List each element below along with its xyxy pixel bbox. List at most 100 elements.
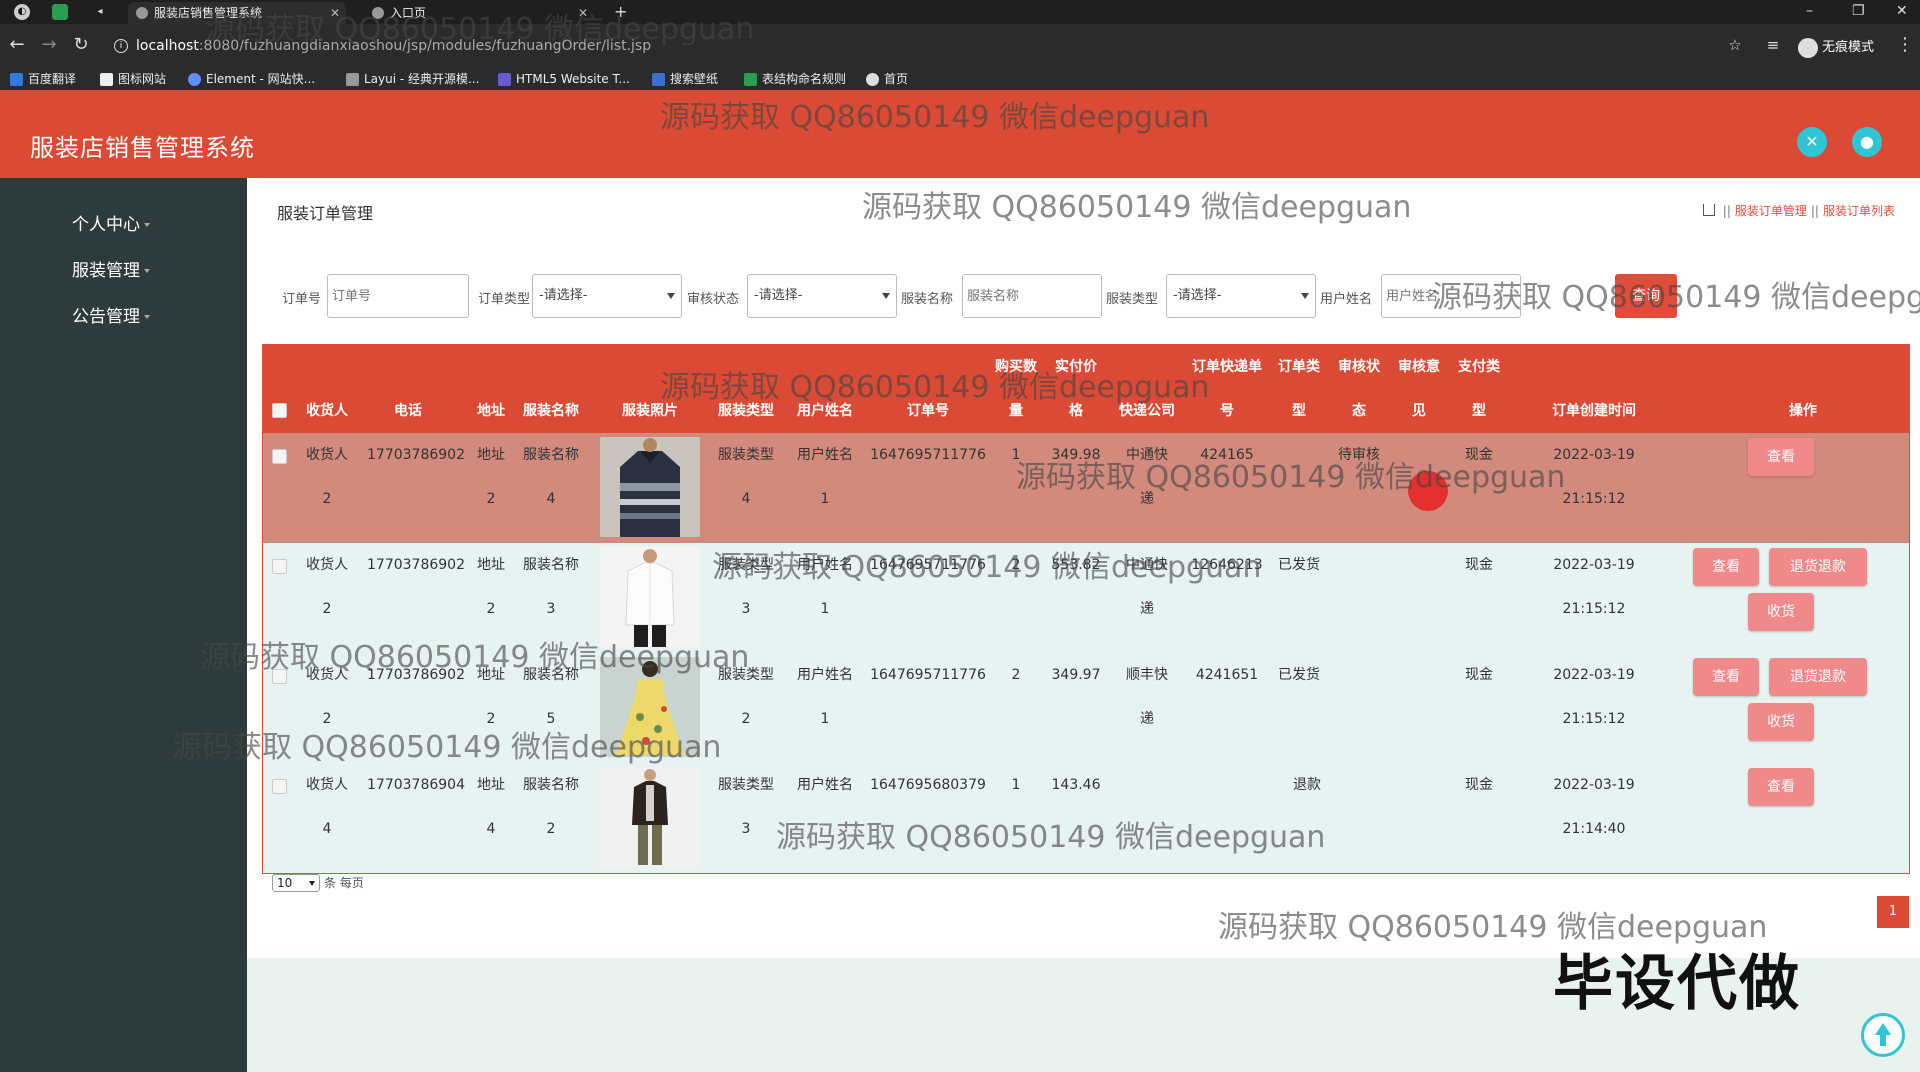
order-type-select[interactable]: -请选择- <box>532 274 682 318</box>
sheet-icon[interactable] <box>52 4 68 20</box>
tab-inactive[interactable]: 入口页 ✕ <box>364 2 594 24</box>
cloth-photo <box>600 767 700 867</box>
doc-icon <box>744 73 757 86</box>
close-tab-icon[interactable]: ✕ <box>578 2 588 24</box>
bookmark-item[interactable]: 搜索壁纸 <box>652 70 718 88</box>
page-number-current[interactable]: 1 <box>1877 896 1909 928</box>
chevron-down-icon <box>667 293 675 299</box>
incognito-label: 无痕模式 <box>1822 40 1875 55</box>
receive-button[interactable]: 收货 <box>1748 703 1814 741</box>
receive-button[interactable]: 收货 <box>1748 593 1814 631</box>
th-phone: 电话 <box>394 403 422 419</box>
view-button[interactable]: 查看 <box>1693 658 1759 696</box>
table-row[interactable]: 收货人 2 17703786902 地址 2 服装名称 4 服装类型 4 用户姓名 1 1… <box>263 433 1909 543</box>
bookmark-item[interactable]: 首页 <box>866 70 908 88</box>
breadcrumb-item[interactable]: 服装订单列表 <box>1823 204 1895 218</box>
cell-cloth-name: 服装名称 4 <box>523 447 579 507</box>
cell-created: 2022-03-19 21:14:40 <box>1553 777 1635 837</box>
back-icon[interactable]: ← <box>6 34 28 56</box>
star-icon[interactable]: ☆ <box>1724 34 1746 56</box>
row-checkbox[interactable] <box>272 449 287 464</box>
cell-phone: 17703786902 <box>367 557 465 573</box>
site-info-icon[interactable]: i <box>114 39 128 53</box>
cell-receiver: 收货人 4 <box>306 777 348 837</box>
breadcrumb-item[interactable]: 服装订单管理 <box>1735 204 1807 218</box>
cell-cloth-type: 服装类型 4 <box>718 447 774 507</box>
reading-list-icon[interactable]: ≡ <box>1762 34 1784 56</box>
bookmarks-bar: 百度翻译 图标网站 Element - 网站快... Layui - 经典开源模… <box>0 68 1920 90</box>
user-name-input[interactable] <box>1381 274 1521 318</box>
view-button[interactable]: 查看 <box>1748 438 1814 476</box>
cell-pay: 现金 <box>1465 667 1493 683</box>
cell-pay: 现金 <box>1465 447 1493 463</box>
cloth-name-label: 服装名称 <box>901 292 954 307</box>
cell-created: 2022-03-19 21:15:12 <box>1553 447 1635 507</box>
cloth-name-input[interactable] <box>962 274 1102 318</box>
sidebar-item-clothing[interactable]: 服装管理 <box>72 256 150 281</box>
cell-cloth-name: 服装名称 5 <box>523 667 579 727</box>
table-row[interactable]: 收货人 2 17703786902 地址 2 服装名称 5 服装类型 2 用户姓名 1 1… <box>263 653 1909 763</box>
select-all-checkbox[interactable] <box>272 403 287 418</box>
url-host: localhost <box>136 38 199 54</box>
row-checkbox[interactable] <box>272 779 287 794</box>
search-form: 订单号 订单类型 -请选择- 审核状态 -请选择- 服装名称 服装类型 -请选择… <box>282 274 1920 318</box>
view-button[interactable]: 查看 <box>1693 548 1759 586</box>
bookmark-item[interactable]: HTML5 Website T... <box>498 70 630 88</box>
view-button[interactable]: 查看 <box>1748 768 1814 806</box>
incognito-badge[interactable]: 无痕模式 <box>1798 36 1874 58</box>
minimize-icon[interactable]: – <box>1806 0 1813 22</box>
sidebar-item-notice[interactable]: 公告管理 <box>72 302 150 327</box>
sidebar-item-personal[interactable]: 个人中心 <box>72 210 150 235</box>
restore-icon[interactable]: ❐ <box>1852 0 1865 22</box>
home-icon[interactable] <box>1702 204 1715 216</box>
cloth-type-select[interactable]: -请选择- <box>1166 274 1316 318</box>
bookmark-item[interactable]: 百度翻译 <box>10 70 76 88</box>
th-pay: 支付类型 <box>1458 359 1500 419</box>
th-receiver: 收货人 <box>306 403 348 419</box>
more-menu-icon[interactable]: ⋮ <box>1894 34 1916 56</box>
close-window-icon[interactable]: ✕ <box>1896 0 1908 22</box>
bookmark-item[interactable]: 表结构命名规则 <box>744 70 846 88</box>
search-button[interactable]: 查询 <box>1615 274 1677 318</box>
fullscreen-icon[interactable]: ✕ <box>1797 127 1827 157</box>
reload-icon[interactable]: ↻ <box>70 34 92 56</box>
bookmark-item[interactable]: Element - 网站快... <box>188 70 315 88</box>
browser-menu-icon[interactable]: ◐ <box>14 4 30 20</box>
order-table: 收货人 电话 地址 服装名称 服装照片 服装类型 用户姓名 订单号 购买数量 实… <box>262 344 1910 874</box>
user-icon[interactable]: ● <box>1852 127 1882 157</box>
table-row[interactable]: 收货人 4 17703786904 地址 4 服装名称 2 服装类型 3 用户姓名 16… <box>263 763 1909 873</box>
tab-active[interactable]: 服装店销售管理系统 ✕ <box>128 2 346 24</box>
page-size-select[interactable]: 10 <box>272 874 320 892</box>
refund-button[interactable]: 退货退款 <box>1769 548 1867 586</box>
th-created: 订单创建时间 <box>1552 403 1636 419</box>
cell-order-type: 退款 <box>1293 777 1321 793</box>
url-field[interactable]: i localhost:8080/fuzhuangdianxiaoshou/js… <box>108 32 1758 60</box>
cell-price: 349.97 <box>1051 667 1101 683</box>
th-audit: 审核状态 <box>1338 359 1380 419</box>
user-name-label: 用户姓名 <box>1320 292 1373 307</box>
back-to-top-icon[interactable] <box>1861 1013 1905 1057</box>
cell-express: 顺丰快递 <box>1126 667 1168 727</box>
audit-status-select[interactable]: -请选择- <box>747 274 897 318</box>
mute-icon[interactable]: ◂ <box>92 4 108 20</box>
bookmark-item[interactable]: 图标网站 <box>100 70 166 88</box>
cell-qty: 1 <box>1011 777 1021 793</box>
order-no-label: 订单号 <box>282 292 322 307</box>
cell-user-name: 用户姓名 1 <box>797 557 853 617</box>
cell-cloth-type: 服装类型 2 <box>718 667 774 727</box>
cell-cloth-type: 服装类型 3 <box>718 557 774 617</box>
chevron-down-icon <box>882 293 890 299</box>
cell-express: 中通快递 <box>1126 447 1168 507</box>
forward-icon[interactable]: → <box>38 34 60 56</box>
table-row[interactable]: 收货人 2 17703786902 地址 2 服装名称 3 服装类型 3 用户姓名 1 1… <box>263 543 1909 653</box>
bookmark-item[interactable]: Layui - 经典开源模... <box>346 70 479 88</box>
order-no-input[interactable] <box>327 274 469 318</box>
cell-qty: 2 <box>1011 557 1021 573</box>
row-checkbox[interactable] <box>272 669 287 684</box>
audit-status-label: 审核状态 <box>687 292 740 307</box>
th-price: 实付价格 <box>1055 359 1097 419</box>
refund-button[interactable]: 退货退款 <box>1769 658 1867 696</box>
close-tab-icon[interactable]: ✕ <box>330 2 340 24</box>
new-tab-icon[interactable]: + <box>614 0 627 24</box>
row-checkbox[interactable] <box>272 559 287 574</box>
